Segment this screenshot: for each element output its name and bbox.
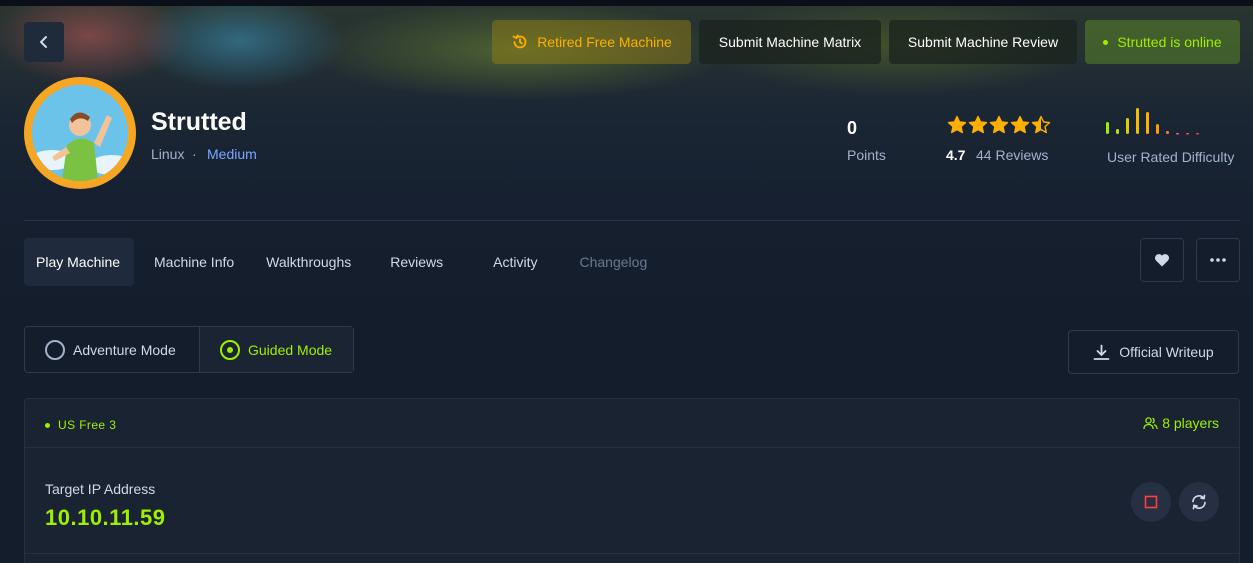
difficulty-bar-5 xyxy=(1146,112,1149,134)
server-name[interactable]: US Free 3 xyxy=(45,418,116,432)
star-icon xyxy=(1010,115,1030,134)
submit-matrix-button[interactable]: Submit Machine Matrix xyxy=(699,20,881,64)
favorite-button[interactable] xyxy=(1140,238,1184,282)
history-icon xyxy=(512,34,527,49)
chevron-left-icon xyxy=(40,36,47,48)
machine-panel: US Free 3 8 players Target IP Address 10… xyxy=(24,398,1240,563)
points-label: Points xyxy=(847,147,886,163)
submit-matrix-label: Submit Machine Matrix xyxy=(718,34,862,50)
users-icon xyxy=(1143,416,1158,429)
tab-walkthroughs[interactable]: Walkthroughs xyxy=(266,238,351,286)
difficulty-bar-7 xyxy=(1166,131,1169,134)
tab-activity[interactable]: Activity xyxy=(493,238,537,286)
target-ip-label: Target IP Address xyxy=(45,481,156,497)
star-icon xyxy=(947,115,967,134)
panel-divider xyxy=(25,553,1239,554)
reset-machine-button[interactable] xyxy=(1179,482,1219,522)
difficulty-bar-6 xyxy=(1156,124,1159,134)
machine-difficulty[interactable]: Medium xyxy=(207,146,257,162)
submit-review-button[interactable]: Submit Machine Review xyxy=(889,20,1077,64)
target-ip-value[interactable]: 10.10.11.59 xyxy=(45,505,166,531)
machine-os: Linux xyxy=(151,146,185,162)
machine-name: Strutted xyxy=(151,108,247,136)
machine-avatar xyxy=(24,77,136,189)
panel-header: US Free 3 8 players xyxy=(25,399,1239,448)
players-count: 8 players xyxy=(1143,415,1219,431)
players-label: 8 players xyxy=(1162,415,1219,431)
online-status-label: Strutted is online xyxy=(1117,34,1222,50)
more-icon xyxy=(1210,258,1226,262)
tab-machine-info[interactable]: Machine Info xyxy=(154,238,234,286)
more-options-button[interactable] xyxy=(1196,238,1240,282)
difficulty-bar-2 xyxy=(1116,129,1119,134)
difficulty-bar-1 xyxy=(1106,122,1109,134)
difficulty-bar-8 xyxy=(1176,133,1179,135)
header-divider xyxy=(24,220,1240,221)
back-button[interactable] xyxy=(24,22,64,62)
tab-changelog[interactable]: Changelog xyxy=(580,238,648,286)
radio-checked-icon xyxy=(220,339,240,360)
separator-dot: · xyxy=(192,146,197,162)
star-icon xyxy=(989,115,1009,134)
retired-machine-label: Retired Free Machine xyxy=(537,34,672,50)
official-writeup-label: Official Writeup xyxy=(1119,344,1214,360)
reviews-count[interactable]: 44 Reviews xyxy=(976,147,1048,163)
adventure-mode-option[interactable]: Adventure Mode xyxy=(25,327,199,372)
difficulty-chart xyxy=(1106,108,1199,135)
retired-machine-button[interactable]: Retired Free Machine xyxy=(492,20,691,64)
tab-reviews[interactable]: Reviews xyxy=(390,238,443,286)
points-value: 0 xyxy=(847,118,858,138)
mode-selector: Adventure Mode Guided Mode xyxy=(24,326,354,373)
rating-value: 4.7 xyxy=(946,147,966,163)
machine-tabs: Play Machine Machine Info Walkthroughs R… xyxy=(24,238,647,286)
difficulty-bar-4 xyxy=(1136,108,1139,134)
server-label: US Free 3 xyxy=(58,418,117,432)
star-icon xyxy=(968,115,988,134)
difficulty-label: User Rated Difficulty xyxy=(1107,149,1235,165)
submit-review-label: Submit Machine Review xyxy=(907,34,1059,50)
radio-unchecked-icon xyxy=(45,339,65,360)
heart-icon xyxy=(1154,254,1170,267)
download-icon xyxy=(1093,344,1110,360)
difficulty-bar-9 xyxy=(1186,133,1189,135)
official-writeup-button[interactable]: Official Writeup xyxy=(1068,330,1239,374)
refresh-icon xyxy=(1192,494,1206,510)
server-status-dot-icon xyxy=(45,422,50,428)
guided-mode-option[interactable]: Guided Mode xyxy=(199,327,353,372)
adventure-mode-label: Adventure Mode xyxy=(73,341,176,358)
star-icon xyxy=(1031,115,1051,134)
rating-stars xyxy=(947,115,1051,135)
machine-logo-image xyxy=(32,85,128,181)
stop-icon xyxy=(1144,495,1158,509)
difficulty-bar-3 xyxy=(1126,118,1129,134)
tab-play-machine[interactable]: Play Machine xyxy=(24,238,134,286)
machine-online-status[interactable]: Strutted is online xyxy=(1085,20,1240,64)
stop-machine-button[interactable] xyxy=(1131,482,1171,522)
difficulty-bar-10 xyxy=(1196,133,1199,135)
guided-mode-label: Guided Mode xyxy=(248,341,333,358)
online-dot-icon xyxy=(1103,39,1109,45)
